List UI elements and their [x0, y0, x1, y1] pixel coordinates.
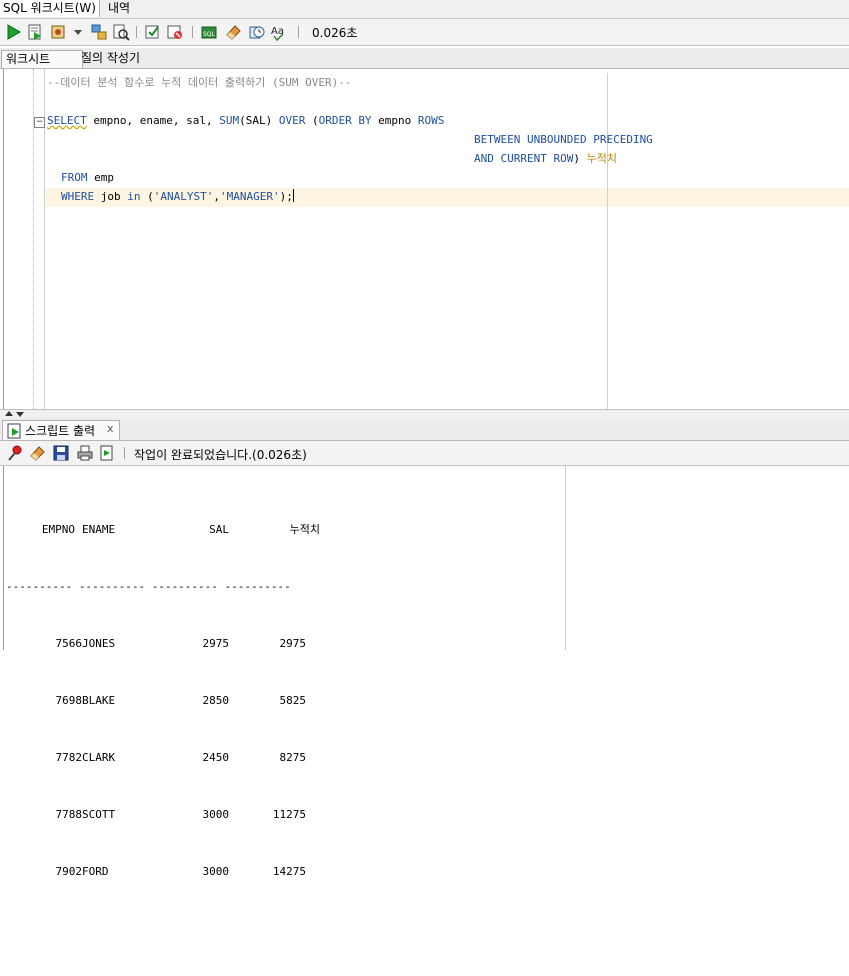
- code-line-from: FROM emp: [61, 171, 114, 184]
- tab-script-output-label: 스크립트 출력: [25, 424, 96, 438]
- text-cursor: [292, 189, 294, 202]
- table-row: 7566 JONES 2975 2975: [55, 637, 307, 650]
- tab-script-output[interactable]: 스크립트 출력 x: [2, 420, 120, 440]
- output-toolbar: 작업이 완료되었습니다.(0.026초): [0, 441, 849, 466]
- autotrace-icon[interactable]: [50, 23, 68, 41]
- code-line-select: SELECT empno, ename, sal, SUM(SAL) OVER …: [47, 114, 445, 127]
- to-upper-lower-icon[interactable]: Aa: [270, 23, 288, 41]
- open-file-icon[interactable]: [98, 444, 116, 462]
- toolbar-separator: [136, 26, 137, 38]
- print-icon[interactable]: [76, 444, 94, 462]
- query-result-text: EMPNO ENAME SAL 누적치 ---------- ---------…: [6, 482, 320, 919]
- worksheet-toolbar: SQL Aa 0.026초: [0, 19, 849, 46]
- header-empno: EMPNO: [41, 523, 75, 536]
- tab-sql-worksheet[interactable]: SQL 워크시트(W): [0, 0, 100, 17]
- tab-history[interactable]: 내역: [105, 0, 133, 17]
- code-line-between: BETWEEN UNBOUNDED PRECEDING: [474, 133, 653, 146]
- output-tab-bar: 스크립트 출력 x: [0, 418, 849, 441]
- header-sal: SAL: [209, 523, 229, 536]
- splitter-arrows-icon[interactable]: [3, 410, 27, 418]
- code-line-and-current: AND CURRENT ROW) 누적치: [474, 152, 617, 165]
- sql-history-icon[interactable]: [248, 23, 266, 41]
- header-ename: ENAME: [82, 523, 116, 536]
- svg-text:SQL: SQL: [203, 31, 216, 38]
- rollback-icon[interactable]: [166, 23, 184, 41]
- tuning-advisor-icon[interactable]: [112, 23, 130, 41]
- sql-formatter-icon[interactable]: SQL: [200, 23, 218, 41]
- code-line-comment: --데이터 분석 함수로 누적 데이터 출력하기 (SUM OVER)--: [47, 76, 352, 89]
- editor-left-border: [3, 69, 4, 409]
- explain-plan-icon[interactable]: [90, 23, 108, 41]
- tab-worksheet[interactable]: 워크시트: [1, 50, 83, 68]
- save-icon[interactable]: [52, 444, 70, 462]
- clear-output-eraser-icon[interactable]: [28, 444, 46, 462]
- run-statement-icon[interactable]: [4, 23, 22, 41]
- dropdown-arrow-icon[interactable]: [72, 23, 84, 41]
- right-margin-line: [607, 73, 608, 409]
- table-row: 7782 CLARK 2450 8275: [55, 751, 307, 764]
- tab-query-builder[interactable]: 질의 작성기: [80, 50, 140, 67]
- commit-icon[interactable]: [144, 23, 162, 41]
- pin-icon[interactable]: [6, 444, 24, 462]
- top-tab-bar: SQL 워크시트(W) 내역: [0, 0, 849, 19]
- clear-eraser-icon[interactable]: [224, 23, 242, 41]
- run-script-icon[interactable]: [26, 23, 44, 41]
- table-row: 7698 BLAKE 2850 5825: [55, 694, 307, 707]
- header-cumulative: 누적치: [289, 523, 320, 536]
- execution-time-label: 0.026초: [312, 26, 358, 40]
- result-separator: ---------- ---------- ---------- -------…: [6, 580, 291, 593]
- panel-splitter[interactable]: [0, 409, 849, 418]
- toolbar-separator: [192, 26, 193, 38]
- fold-toggle-icon[interactable]: −: [34, 117, 45, 128]
- toolbar-separator: [124, 447, 125, 459]
- output-left-border: [3, 466, 4, 650]
- output-status-text: 작업이 완료되었습니다.(0.026초): [134, 448, 307, 462]
- script-output-area[interactable]: EMPNO ENAME SAL 누적치 ---------- ---------…: [0, 466, 849, 878]
- result-header-row: EMPNO ENAME SAL 누적치: [6, 520, 320, 539]
- code-line-where: WHERE job in ('ANALYST','MANAGER');: [61, 189, 294, 203]
- output-margin-line: [565, 466, 566, 650]
- script-output-icon: [7, 423, 21, 439]
- close-tab-icon[interactable]: x: [107, 422, 114, 435]
- table-row: 7902 FORD 3000 14275: [55, 865, 307, 878]
- sql-editor[interactable]: --데이터 분석 함수로 누적 데이터 출력하기 (SUM OVER)-- − …: [0, 69, 849, 409]
- table-row: 7788 SCOTT 3000 11275: [55, 808, 307, 821]
- toolbar-separator: [298, 26, 299, 38]
- editor-subtab-bar: 워크시트 질의 작성기: [0, 48, 849, 69]
